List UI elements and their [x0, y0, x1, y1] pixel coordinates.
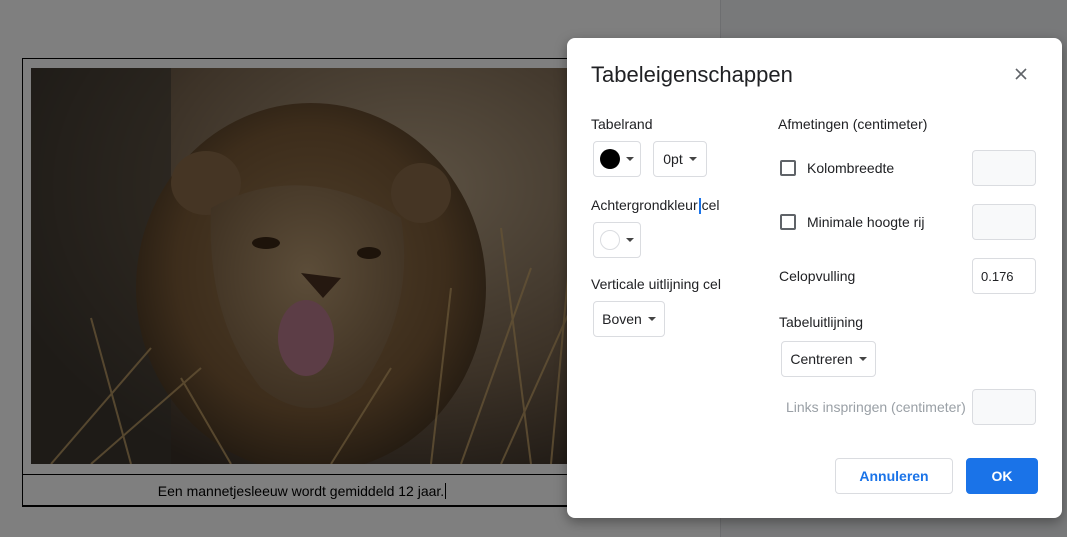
- table-border-label: Tabelrand: [591, 116, 653, 132]
- table-alignment-value: Centreren: [790, 351, 853, 367]
- close-icon[interactable]: [1009, 62, 1033, 86]
- chevron-down-icon: [647, 317, 656, 321]
- column-width-input[interactable]: [972, 150, 1036, 186]
- vertical-alignment-label: Verticale uitlijning cel: [591, 276, 721, 292]
- min-row-height-input[interactable]: [972, 204, 1036, 240]
- vertical-alignment-dropdown[interactable]: Boven: [593, 301, 665, 337]
- table-properties-dialog: Tabeleigenschappen Tabelrand 0pt Achterg…: [567, 38, 1062, 518]
- cell-background-swatch: [600, 230, 620, 250]
- dialog-title: Tabeleigenschappen: [591, 62, 793, 87]
- cell-background-dropdown[interactable]: [593, 222, 641, 258]
- chevron-down-icon: [626, 157, 634, 161]
- cell-padding-input[interactable]: 0.176: [972, 258, 1036, 294]
- cell-background-label-part1: Achtergrondkleur: [591, 197, 698, 213]
- table-alignment-label: Tabeluitlijning: [779, 314, 864, 330]
- border-width-value: 0pt: [663, 151, 683, 167]
- table-alignment-dropdown[interactable]: Centreren: [781, 341, 876, 377]
- chevron-down-icon: [626, 238, 634, 242]
- cancel-button[interactable]: Annuleren: [835, 458, 953, 494]
- vertical-alignment-value: Boven: [602, 311, 642, 327]
- cell-background-label: Achtergrondkleur cel: [591, 197, 720, 215]
- dimensions-label: Afmetingen (centimeter): [778, 116, 928, 132]
- min-row-height-label: Minimale hoogte rij: [807, 214, 925, 230]
- column-width-label: Kolombreedte: [807, 160, 895, 176]
- left-indent-input[interactable]: [972, 389, 1036, 425]
- ok-button[interactable]: OK: [966, 458, 1038, 494]
- left-indent-label: Links inspringen (centimeter): [786, 399, 966, 415]
- text-cursor: [698, 198, 701, 215]
- chevron-down-icon: [688, 157, 697, 161]
- column-width-checkbox[interactable]: [780, 160, 796, 176]
- cell-background-label-part2: cel: [701, 197, 720, 213]
- chevron-down-icon: [858, 357, 867, 361]
- min-row-height-checkbox[interactable]: [780, 214, 796, 230]
- border-color-swatch: [600, 149, 620, 169]
- cell-padding-label: Celopvulling: [779, 268, 856, 284]
- border-color-dropdown[interactable]: [593, 141, 641, 177]
- border-width-dropdown[interactable]: 0pt: [653, 141, 707, 177]
